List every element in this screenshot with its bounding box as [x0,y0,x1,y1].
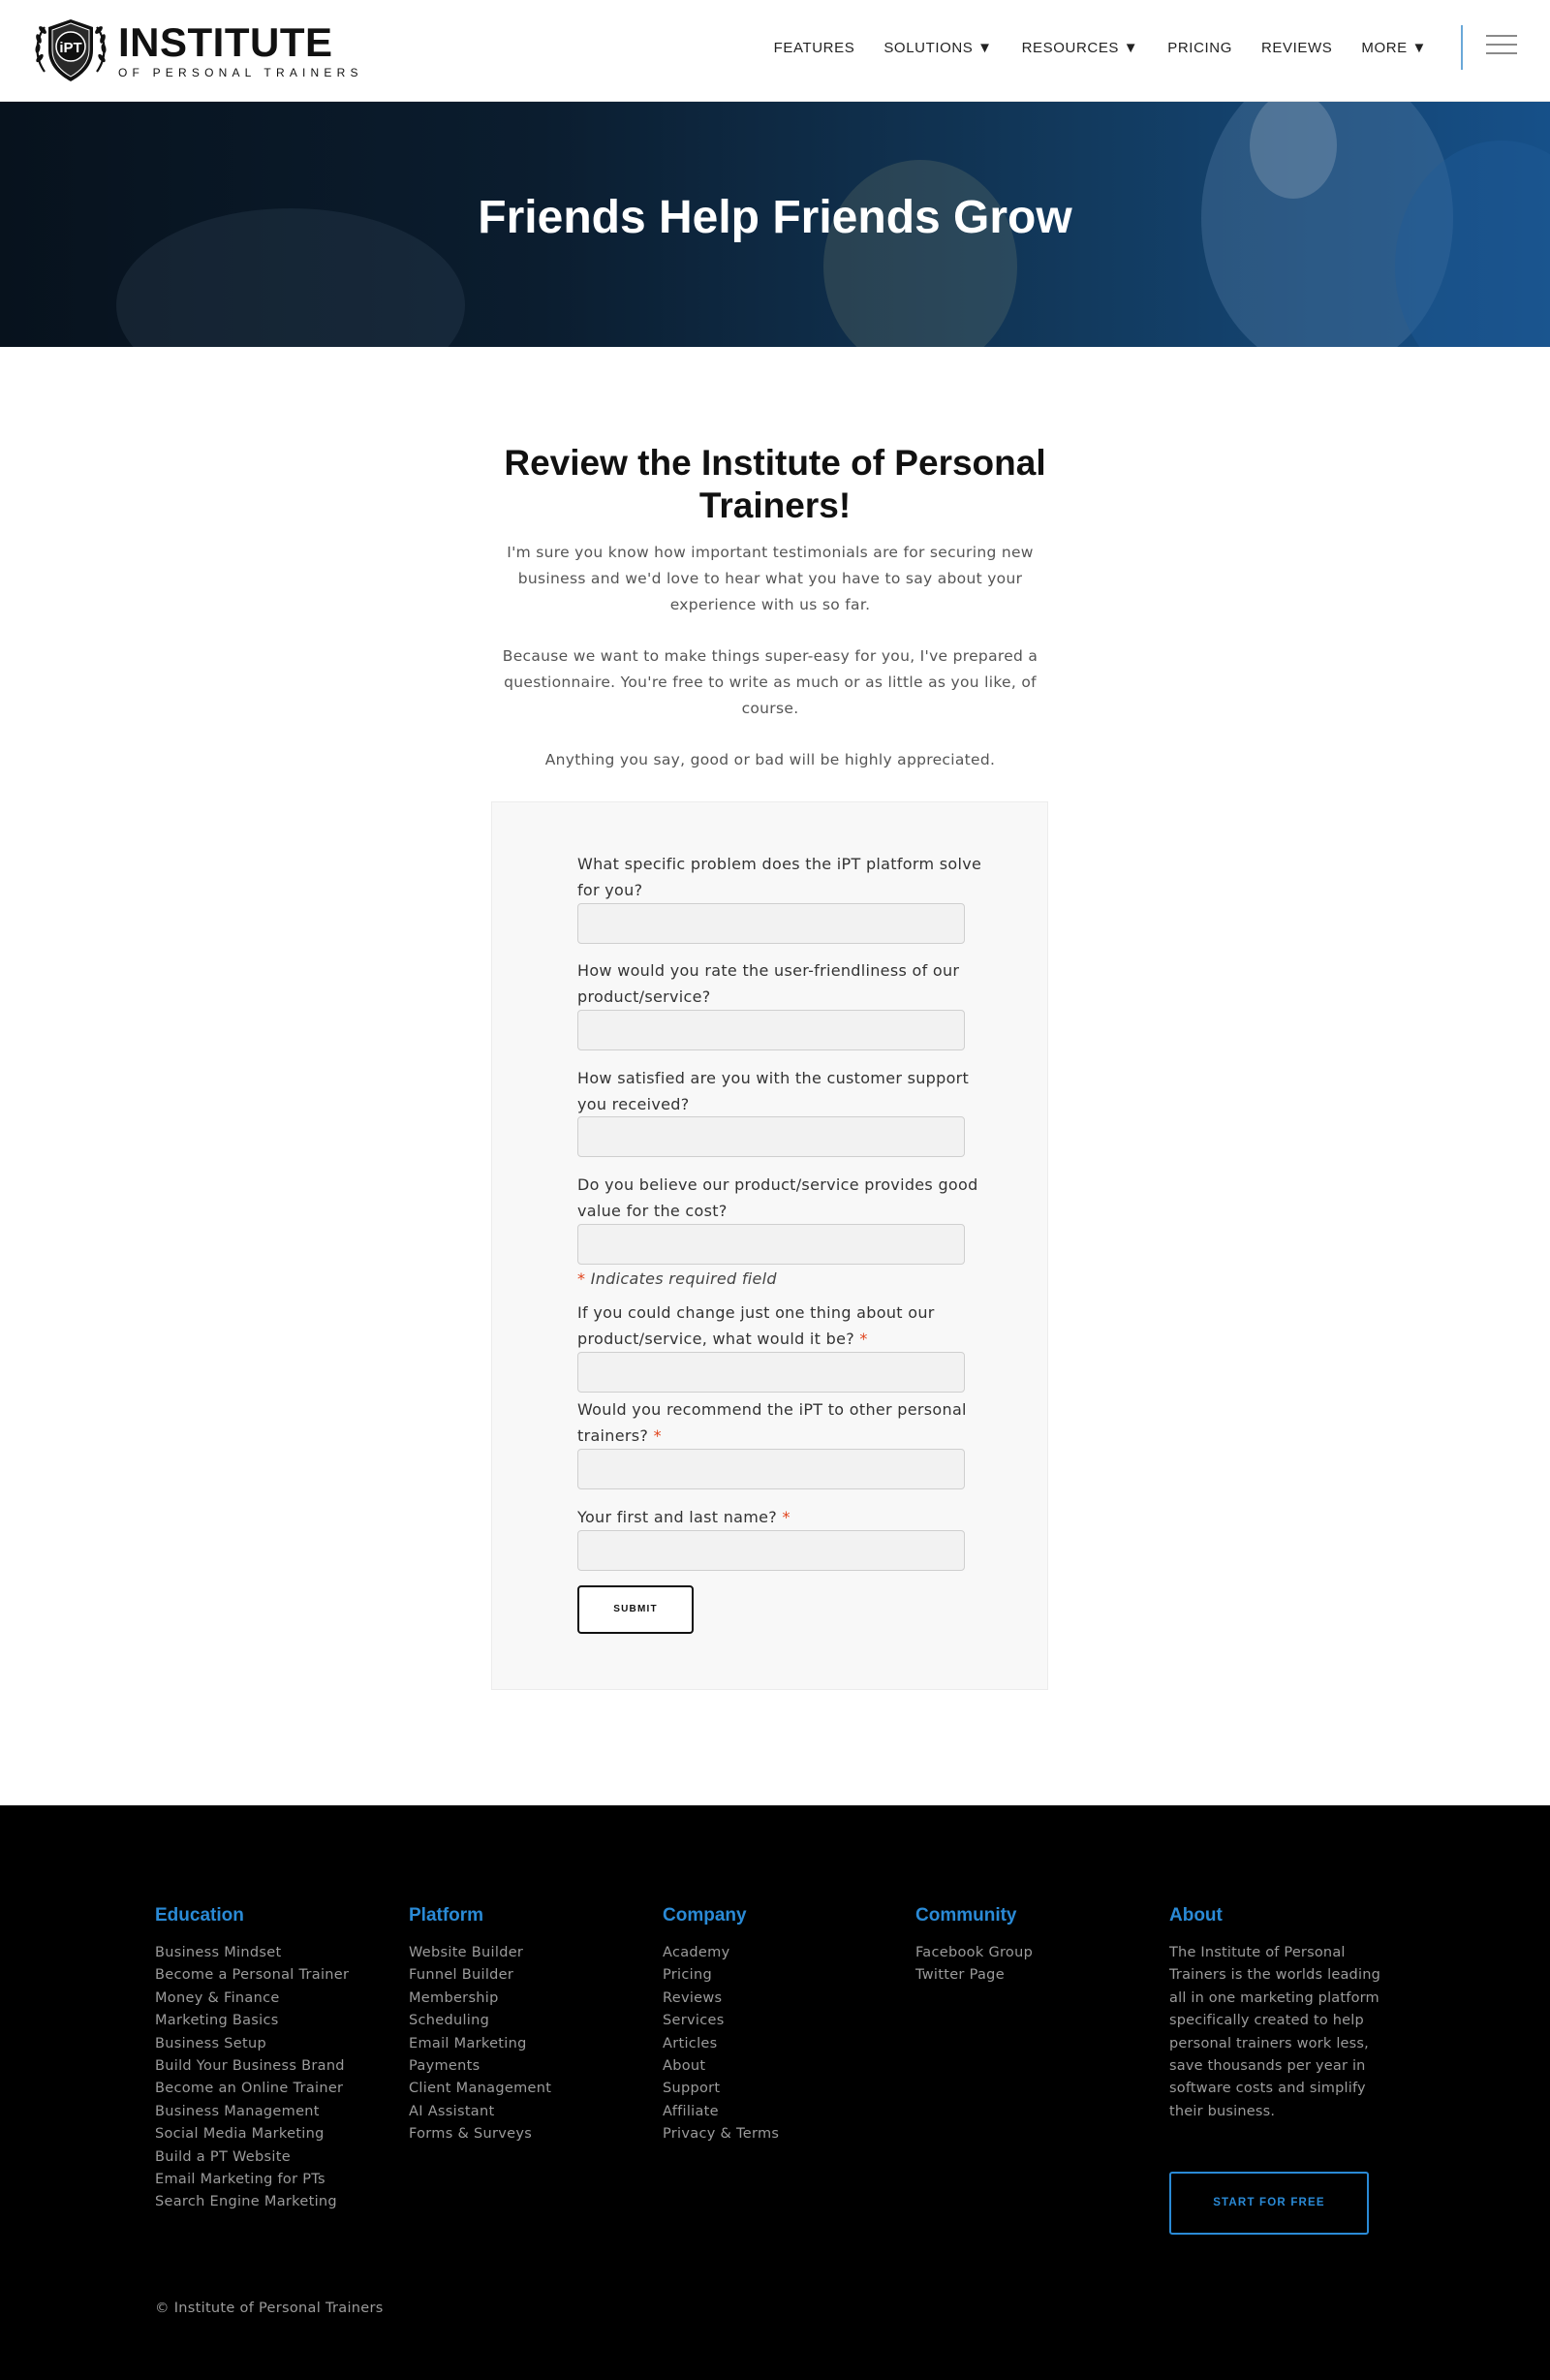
submit-button[interactable]: SUBMIT [577,1585,694,1634]
footer-about-text: The Institute of Personal Trainers is th… [1169,1945,1380,2119]
footer-link[interactable]: Email Marketing [409,2033,551,2055]
footer-heading: Education [155,1905,244,1926]
footer-link[interactable]: Forms & Surveys [409,2123,551,2145]
required-marker: * [859,1330,868,1348]
footer-link[interactable]: About [663,2055,779,2078]
nav-pricing[interactable]: PRICING [1153,37,1247,60]
footer-link[interactable]: Affiliate [663,2101,779,2123]
footer-link[interactable]: Reviews [663,1988,779,2010]
footer-link[interactable]: Facebook Group [915,1942,1033,1964]
required-field-note: * Indicates required field [577,1269,777,1288]
laurel-shield-logo-icon: iPT [35,19,107,81]
footer-column-about: About The Institute of Personal Trainers… [1169,1905,1400,2123]
footer-link[interactable]: Build Your Business Brand [155,2055,349,2078]
site-logo[interactable]: iPT INSTITUTE OF PERSONAL TRAINERS [31,14,363,89]
nav-resources[interactable]: RESOURCES ▼ [1008,37,1154,60]
badge-text: iPT [59,40,81,56]
required-marker: * [653,1426,662,1445]
hero-title: Friends Help Friends Grow [478,192,1072,243]
question-input-user-friendliness[interactable] [577,1010,965,1050]
footer-link[interactable]: Become an Online Trainer [155,2078,349,2100]
question-label: Would you recommend the iPT to other per… [577,1400,967,1445]
footer-link[interactable]: Become a Personal Trainer [155,1964,349,1987]
nav-features[interactable]: FEATURES [760,37,870,60]
nav-more[interactable]: MORE ▼ [1347,37,1442,60]
footer-column-company: Company Academy Pricing Reviews Services… [663,1905,779,2146]
footer-link[interactable]: Marketing Basics [155,2010,349,2032]
footer-link[interactable]: Services [663,2010,779,2032]
footer-link[interactable]: Payments [409,2055,551,2078]
footer-heading: Company [663,1905,747,1926]
copyright: © Institute of Personal Trainers [155,2301,384,2316]
footer-link[interactable]: Funnel Builder [409,1964,551,1987]
required-marker: * [782,1508,790,1526]
footer-link[interactable]: AI Assistant [409,2101,551,2123]
logo-wordmark: INSTITUTE OF PERSONAL TRAINERS [118,19,363,80]
footer-link[interactable]: Membership [409,1988,551,2010]
question-input-support-satisfaction[interactable] [577,1116,965,1157]
site-header: iPT INSTITUTE OF PERSONAL TRAINERS FEATU… [0,0,1550,102]
question-input-problem-solved[interactable] [577,903,965,944]
footer-link[interactable]: Twitter Page [915,1964,1033,1987]
footer-column-community: Community Facebook Group Twitter Page [915,1905,1033,1988]
brand-name: INSTITUTE [118,19,333,65]
footer-link[interactable]: Support [663,2078,779,2100]
question-input-full-name[interactable] [577,1530,965,1571]
nav-divider [1461,25,1463,70]
nav-reviews[interactable]: REVIEWS [1247,37,1347,60]
footer-link[interactable]: Business Setup [155,2033,349,2055]
footer-link[interactable]: Email Marketing for PTs [155,2169,349,2191]
intro-paragraph: Anything you say, good or bad will be hi… [544,751,996,768]
footer-column-education: Education Business Mindset Become a Pers… [155,1905,349,2214]
footer-link[interactable]: Scheduling [409,2010,551,2032]
question-label: What specific problem does the iPT platf… [577,855,982,899]
footer-link[interactable]: Articles [663,2033,779,2055]
question-label: Your first and last name? * [577,1508,790,1526]
intro-paragraph: Because we want to make things super-eas… [502,647,1038,717]
brand-tagline: OF PERSONAL TRAINERS [118,66,363,79]
question-label: If you could change just one thing about… [577,1303,935,1348]
footer-link[interactable]: Pricing [663,1964,779,1987]
footer-link[interactable]: Search Engine Marketing [155,2191,349,2213]
start-for-free-button[interactable]: START FOR FREE [1169,2172,1369,2235]
required-marker: * [577,1269,586,1288]
question-label: Do you believe our product/service provi… [577,1175,978,1220]
footer-heading: Community [915,1905,1017,1926]
footer-link[interactable]: Money & Finance [155,1988,349,2010]
main-nav: FEATURES SOLUTIONS ▼ RESOURCES ▼ PRICING… [760,37,1442,60]
hamburger-icon[interactable] [1486,35,1517,60]
footer-heading: Platform [409,1905,484,1926]
footer-link[interactable]: Academy [663,1942,779,1964]
question-input-change-one-thing[interactable] [577,1352,965,1393]
footer-link[interactable]: Privacy & Terms [663,2123,779,2145]
hero-banner: Friends Help Friends Grow [0,102,1550,347]
footer-link[interactable]: Social Media Marketing [155,2123,349,2145]
footer-column-platform: Platform Website Builder Funnel Builder … [409,1905,551,2146]
footer-link[interactable]: Business Mindset [155,1942,349,1964]
hero-bg-figure [823,160,1017,347]
nav-solutions[interactable]: SOLUTIONS ▼ [869,37,1007,60]
question-label: How satisfied are you with the customer … [577,1069,970,1113]
question-input-recommend[interactable] [577,1449,965,1489]
question-input-value-for-cost[interactable] [577,1224,965,1265]
intro-paragraph: I'm sure you know how important testimon… [507,544,1034,613]
page-title: Review the Institute of Personal Trainer… [504,443,1046,525]
footer-link[interactable]: Client Management [409,2078,551,2100]
footer-link[interactable]: Build a PT Website [155,2146,349,2169]
footer-heading: About [1169,1905,1223,1926]
footer-link[interactable]: Website Builder [409,1942,551,1964]
question-label: How would you rate the user-friendliness… [577,961,960,1006]
footer-link[interactable]: Business Management [155,2101,349,2123]
